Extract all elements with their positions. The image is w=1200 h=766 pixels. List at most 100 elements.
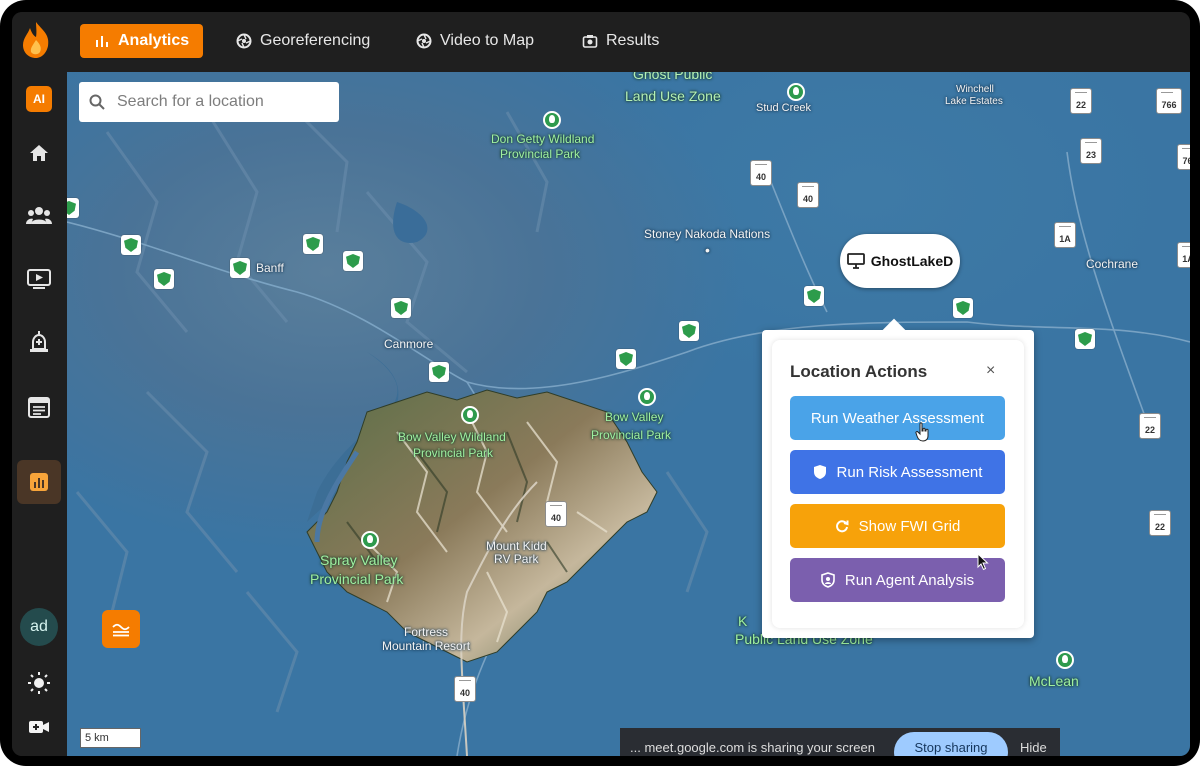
highway-1-icon bbox=[616, 349, 636, 369]
tab-georeferencing[interactable]: Georeferencing bbox=[222, 24, 384, 58]
search-input[interactable] bbox=[115, 92, 319, 112]
tab-video-to-map[interactable]: Video to Map bbox=[402, 24, 548, 58]
run-risk-assessment-label: Run Risk Assessment bbox=[836, 463, 983, 481]
arrow-cursor-icon bbox=[977, 553, 989, 571]
tab-analytics[interactable]: Analytics bbox=[80, 24, 204, 58]
park-marker-icon[interactable] bbox=[1056, 651, 1074, 669]
place-label: Banff bbox=[256, 261, 284, 275]
ai-badge: AI bbox=[26, 86, 52, 112]
run-agent-analysis-button[interactable]: Run Agent Analysis bbox=[790, 558, 1005, 602]
park-label: Don Getty Wildland bbox=[491, 132, 595, 146]
highway-1-icon bbox=[230, 258, 250, 278]
highway-shield: 40 bbox=[750, 160, 772, 186]
highway-shield: 40 bbox=[545, 501, 567, 527]
park-marker-icon[interactable] bbox=[638, 388, 656, 406]
screen-share-bar: ... meet.google.com is sharing your scre… bbox=[620, 728, 1060, 756]
sidebar-avatar[interactable]: ad bbox=[20, 608, 58, 646]
park-label: Bow Valley Wildland bbox=[398, 430, 506, 444]
place-label: Stoney Nakoda Nations bbox=[644, 227, 771, 241]
highway-1-icon bbox=[1075, 329, 1095, 349]
app-logo-icon bbox=[23, 22, 49, 58]
app-window: Analytics Georeferencing Video to Map Re… bbox=[12, 12, 1190, 756]
aperture-icon bbox=[416, 33, 432, 49]
top-nav: Analytics Georeferencing Video to Map Re… bbox=[12, 12, 1190, 72]
place-label: RV Park bbox=[494, 552, 539, 566]
place-label: McLean bbox=[1029, 673, 1079, 689]
highway-shield: 23 bbox=[1080, 138, 1102, 164]
video-camera-icon bbox=[29, 721, 49, 733]
park-marker-icon[interactable] bbox=[461, 406, 479, 424]
sidebar-item-schedule[interactable] bbox=[20, 388, 58, 426]
search-box[interactable] bbox=[79, 82, 339, 122]
park-label: Spray Valley bbox=[320, 552, 398, 568]
place-label: Canmore bbox=[384, 337, 434, 351]
sidebar-item-analytics-report[interactable] bbox=[17, 460, 61, 504]
highway-shield: 22 bbox=[1139, 413, 1161, 439]
layers-toggle-button[interactable] bbox=[102, 610, 140, 648]
highway-1-icon bbox=[303, 234, 323, 254]
screen-share-text: ... meet.google.com is sharing your scre… bbox=[630, 740, 875, 755]
calendar-list-icon bbox=[28, 397, 50, 418]
map-scale-bar: 5 km bbox=[80, 728, 141, 748]
park-marker-icon[interactable] bbox=[361, 531, 379, 549]
highway-1-icon bbox=[429, 362, 449, 382]
park-label: Ghost Public bbox=[633, 72, 713, 82]
highway-1-icon bbox=[67, 198, 79, 218]
sidebar-item-ai[interactable]: AI bbox=[20, 80, 58, 118]
analytics-report-icon bbox=[30, 473, 48, 491]
run-risk-assessment-button[interactable]: Run Risk Assessment bbox=[790, 450, 1005, 494]
bar-chart-icon bbox=[96, 36, 108, 47]
close-icon[interactable]: × bbox=[986, 362, 995, 380]
highway-1-icon bbox=[154, 269, 174, 289]
sidebar-item-users[interactable] bbox=[20, 196, 58, 234]
highway-1-icon bbox=[953, 298, 973, 318]
sidebar: AI ad bbox=[12, 72, 66, 756]
park-label: Land Use Zone bbox=[625, 88, 721, 104]
camera-icon bbox=[582, 35, 598, 48]
park-marker-icon[interactable] bbox=[787, 83, 805, 101]
hand-cursor-icon bbox=[915, 422, 929, 442]
home-icon bbox=[30, 145, 48, 161]
layers-icon bbox=[112, 623, 130, 637]
search-icon bbox=[89, 94, 105, 110]
highway-1-icon bbox=[343, 251, 363, 271]
sidebar-item-video[interactable] bbox=[20, 260, 58, 298]
tab-georeferencing-label: Georeferencing bbox=[260, 32, 371, 49]
location-actions-popup: Location Actions × Run Weather Assessmen… bbox=[762, 330, 1034, 638]
place-label: Mount Kidd bbox=[486, 539, 547, 553]
sidebar-item-alerts[interactable] bbox=[20, 324, 58, 362]
run-weather-assessment-button[interactable]: Run Weather Assessment bbox=[790, 396, 1005, 440]
park-label: K bbox=[738, 613, 748, 629]
hide-share-bar-button[interactable]: Hide bbox=[1020, 740, 1047, 755]
sidebar-item-camera[interactable] bbox=[20, 708, 58, 746]
show-fwi-grid-button[interactable]: Show FWI Grid bbox=[790, 504, 1005, 548]
place-label: Winchell bbox=[956, 84, 994, 95]
highway-shield: 766 bbox=[1156, 88, 1182, 114]
tab-results-label: Results bbox=[606, 32, 660, 49]
sun-icon bbox=[28, 672, 50, 694]
highway-shield: 40 bbox=[454, 676, 476, 702]
highway-shield: 22 bbox=[1070, 88, 1092, 114]
video-play-icon bbox=[27, 269, 51, 289]
stop-sharing-button[interactable]: Stop sharing bbox=[894, 732, 1008, 756]
device-marker[interactable]: GhostLakeD bbox=[840, 234, 960, 288]
park-marker-icon[interactable] bbox=[543, 111, 561, 129]
tab-results[interactable]: Results bbox=[568, 24, 673, 58]
highway-1-icon bbox=[679, 321, 699, 341]
avatar: ad bbox=[20, 608, 58, 646]
place-label: Stud Creek bbox=[756, 102, 812, 114]
refresh-icon bbox=[835, 520, 849, 533]
highway-shield: 40 bbox=[797, 182, 819, 208]
run-weather-assessment-label: Run Weather Assessment bbox=[810, 409, 985, 427]
alarm-icon bbox=[30, 331, 48, 352]
place-label: Lake Estates bbox=[945, 96, 1003, 107]
highway-shield: 1A bbox=[1177, 242, 1190, 268]
sidebar-item-theme[interactable] bbox=[20, 664, 58, 702]
popup-title: Location Actions bbox=[790, 362, 928, 381]
sidebar-item-home[interactable] bbox=[20, 134, 58, 172]
shield-user-icon bbox=[821, 572, 835, 588]
shield-icon bbox=[813, 465, 826, 479]
park-label: Bow Valley bbox=[605, 410, 664, 424]
map-canvas[interactable]: Banff Canmore Stoney Nakoda Nations Coch… bbox=[67, 72, 1190, 756]
users-icon bbox=[26, 207, 52, 224]
